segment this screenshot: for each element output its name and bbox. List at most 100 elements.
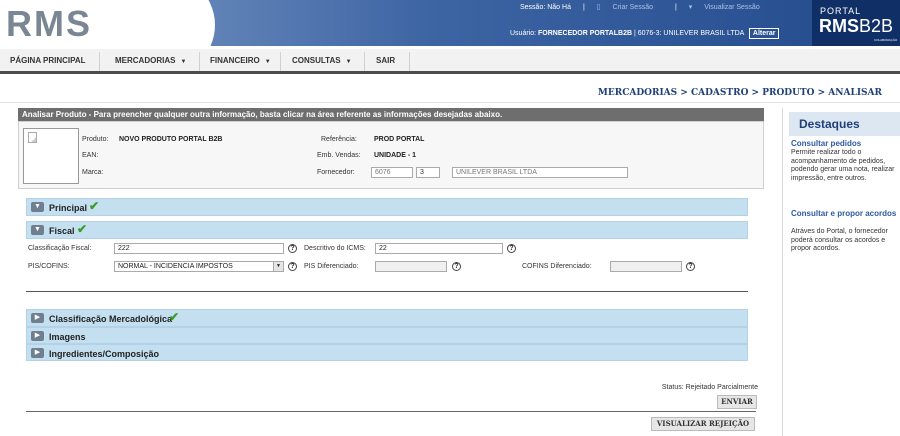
pis-cofins-selected-value: NORMAL - INCIDENCIA IMPOSTOS	[118, 263, 233, 270]
check-icon: ✔	[169, 310, 180, 324]
section-imagens-label: Imagens	[49, 332, 86, 342]
section-classificacao-label: Classificação Mercadológica	[49, 314, 173, 324]
nav-item-sair[interactable]: SAIR	[376, 56, 395, 65]
chevron-down-icon: ▼	[264, 59, 271, 65]
section-fiscal[interactable]: ▼ Fiscal ✔	[26, 221, 748, 239]
chevron-down-icon: ▼	[345, 59, 352, 65]
section-ingredientes-label: Ingredientes/Composição	[49, 349, 160, 359]
send-button[interactable]: ENVIAR	[717, 395, 757, 409]
view-session-link[interactable]: ▾ Visualizar Sessão	[689, 4, 770, 11]
sidebar-header: Destaques	[789, 112, 900, 136]
fornecedor-code-field: 6076	[371, 167, 413, 178]
consultar-acordos-text: Atráves do Portal, o fornecedor poderá c…	[791, 228, 888, 252]
create-session-link[interactable]: ▯ Criar Sessão	[597, 4, 665, 11]
classificacao-fiscal-label: Classificação Fiscal:	[28, 245, 92, 252]
section-principal[interactable]: ▼ Principal ✔	[26, 198, 748, 216]
help-icon[interactable]: ?	[288, 244, 297, 253]
nav-item-consultas[interactable]: CONSULTAS ▼	[292, 56, 352, 65]
ean-label: EAN:	[82, 152, 99, 159]
header-swoosh	[95, 0, 215, 46]
chevron-down-icon[interactable]: ▼	[273, 262, 283, 271]
link-consultar-pedidos[interactable]: Consultar pedidos	[791, 139, 900, 148]
footer-rule	[26, 411, 756, 412]
chevron-down-icon[interactable]: ▼	[31, 202, 44, 212]
chevron-right-icon[interactable]: ▶	[31, 313, 44, 323]
classificacao-fiscal-input[interactable]: 222	[114, 243, 284, 254]
nav-divider	[199, 52, 200, 71]
emb-vendas-value: UNIDADE - 1	[374, 152, 417, 159]
cofins-diferenciado-input[interactable]	[610, 261, 682, 272]
nav-divider	[280, 52, 281, 71]
status-text: Status: Rejeitado Parcialmente	[661, 384, 758, 391]
header: RMS Sessão: Não Há | ▯ Criar Sessão | ▾ …	[0, 0, 900, 46]
breadcrumb-rule	[0, 102, 900, 103]
referencia-value: PROD PORTAL	[374, 136, 425, 143]
chevron-right-icon[interactable]: ▶	[31, 331, 44, 341]
portal-tagline: COLABORAÇÃO	[874, 38, 898, 42]
session-bar: Sessão: Não Há | ▯ Criar Sessão | ▾ Visu…	[520, 3, 780, 11]
section-imagens[interactable]: ▶ Imagens	[26, 327, 748, 344]
panel-title: Analisar Produto - Para preencher qualqu…	[18, 108, 764, 121]
breadcrumb: MERCADORIAS > CADASTRO > PRODUTO > ANALI…	[597, 88, 882, 98]
pis-cofins-select[interactable]: NORMAL - INCIDENCIA IMPOSTOS ▼	[114, 261, 284, 272]
consultar-pedidos-text: Permite realizar todo o acompanhamento d…	[791, 149, 895, 182]
user-name: FORNECEDOR PORTALB2B	[538, 30, 633, 37]
cofins-diferenciado-label: COFINS Diferenciado:	[522, 263, 592, 270]
marca-label: Marca:	[82, 169, 104, 176]
highlights-sidebar: Destaques Consultar pedidos Permite real…	[782, 108, 900, 436]
fiscal-divider	[26, 291, 748, 292]
nav-divider	[99, 52, 100, 71]
user-bar: Usuário: FORNECEDOR PORTALB2B | 6076-3: …	[510, 28, 780, 39]
chevron-down-icon: ▼	[180, 59, 187, 65]
pis-diferenciado-input[interactable]	[375, 261, 447, 272]
sidebar-title: Destaques	[799, 117, 860, 131]
document-icon: ▯	[596, 4, 601, 11]
help-icon[interactable]: ?	[507, 244, 516, 253]
main-nav: PÁGINA PRINCIPAL MERCADORIAS ▼ FINANCEIRO…	[0, 49, 900, 74]
produto-label: Produto:	[82, 136, 109, 143]
section-classificacao-mercadologica[interactable]: ▶ Classificação Mercadológica ✔	[26, 309, 748, 327]
section-ingredientes[interactable]: ▶ Ingredientes/Composição	[26, 344, 748, 361]
header-band	[120, 0, 900, 46]
nav-item-financeiro[interactable]: FINANCEIRO ▼	[210, 56, 271, 65]
section-fiscal-label: Fiscal	[49, 226, 75, 236]
portal-brand: RMSB2B	[819, 16, 894, 36]
change-supplier-button[interactable]: Alterar	[748, 28, 780, 39]
nav-item-mercadorias[interactable]: MERCADORIAS ▼	[115, 56, 186, 65]
user-company: | 6076-3: UNILEVER BRASIL LTDA	[633, 30, 744, 37]
check-icon: ✔	[77, 222, 88, 236]
nav-item-home[interactable]: PÁGINA PRINCIPAL	[10, 56, 86, 65]
referencia-label: Referência:	[321, 136, 357, 143]
help-icon[interactable]: ?	[452, 262, 461, 271]
separator: |	[582, 4, 585, 11]
portal-label: PORTAL	[820, 6, 862, 16]
nav-divider	[364, 52, 365, 71]
view-rejection-button[interactable]: VISUALIZAR REJEIÇÃO	[651, 417, 755, 431]
pis-cofins-label: PIS/COFINS:	[28, 263, 70, 270]
link-consultar-acordos[interactable]: Consultar e propor acordos	[791, 209, 900, 218]
help-icon[interactable]: ?	[288, 262, 297, 271]
product-image[interactable]	[23, 128, 79, 184]
chevron-right-icon[interactable]: ▶	[31, 348, 44, 358]
nav-divider	[409, 52, 410, 71]
emb-vendas-label: Emb. Vendas:	[317, 152, 361, 159]
descritivo-icms-label: Descritivo do ICMS:	[304, 245, 366, 252]
product-summary: Produto: NOVO PRODUTO PORTAL B2B EAN: Ma…	[18, 121, 764, 189]
rms-logo[interactable]: RMS	[6, 4, 92, 44]
pis-diferenciado-label: PIS Diferenciado:	[304, 263, 359, 270]
fornecedor-digit-field: 3	[416, 167, 440, 178]
portal-rms-b2b-logo: PORTAL RMSB2B COLABORAÇÃO	[812, 0, 900, 46]
section-principal-label: Principal	[49, 203, 88, 213]
chevron-down-icon[interactable]: ▼	[31, 225, 44, 235]
fornecedor-label: Fornecedor:	[317, 169, 355, 176]
session-status: Sessão: Não Há	[520, 4, 571, 11]
image-placeholder-icon	[28, 132, 37, 143]
help-icon[interactable]: ?	[686, 262, 695, 271]
chevron-down-icon: ▾	[688, 4, 693, 11]
separator: |	[674, 4, 677, 11]
check-icon: ✔	[89, 199, 100, 213]
user-label: Usuário:	[510, 30, 537, 37]
descritivo-icms-input[interactable]: 22	[375, 243, 503, 254]
produto-value: NOVO PRODUTO PORTAL B2B	[119, 136, 223, 143]
fornecedor-name-field: UNILEVER BRASIL LTDA	[452, 167, 628, 178]
